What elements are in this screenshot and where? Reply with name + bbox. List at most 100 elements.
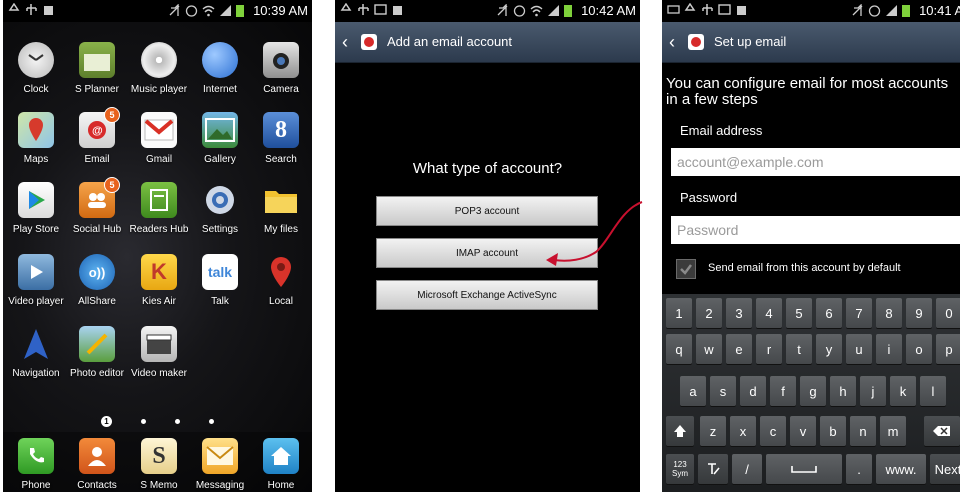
letter-key[interactable]: s	[710, 376, 736, 406]
app-navigation[interactable]: Navigation	[6, 326, 66, 379]
email-field[interactable]: account@example.com	[671, 148, 960, 176]
keyboard-row-numbers: 1234567890	[662, 298, 960, 332]
letter-key[interactable]: k	[890, 376, 916, 406]
period-key[interactable]: .	[846, 454, 872, 484]
number-key[interactable]: 8	[876, 298, 902, 328]
page-dot-active[interactable]: 1	[101, 416, 112, 427]
letter-key[interactable]: b	[820, 416, 846, 446]
number-key[interactable]: 3	[726, 298, 752, 328]
number-key[interactable]: 7	[846, 298, 872, 328]
recycle-icon	[684, 3, 697, 17]
number-key[interactable]: 5	[786, 298, 812, 328]
number-key[interactable]: 1	[666, 298, 692, 328]
app-search[interactable]: 8 Search	[251, 112, 311, 165]
backspace-key[interactable]	[924, 416, 960, 446]
app-music-player[interactable]: Music player	[129, 42, 189, 95]
app-video-maker[interactable]: Video maker	[129, 326, 189, 379]
www-key[interactable]: www.	[876, 454, 926, 484]
alarm-icon	[513, 4, 526, 18]
slash-key[interactable]: /	[732, 454, 762, 484]
letter-key[interactable]: i	[876, 334, 902, 364]
number-key[interactable]: 2	[696, 298, 722, 328]
dock-s-memo[interactable]: S S Memo	[129, 438, 189, 491]
default-account-label: Send email from this account by default	[708, 262, 901, 274]
app-photo-editor[interactable]: Photo editor	[67, 326, 127, 379]
letter-key[interactable]: o	[906, 334, 932, 364]
letter-key[interactable]: w	[696, 334, 722, 364]
letter-key[interactable]: l	[920, 376, 946, 406]
app-readers-hub[interactable]: Readers Hub	[129, 182, 189, 235]
play-store-icon	[18, 182, 54, 218]
app-video-player[interactable]: Video player	[6, 254, 66, 307]
page-dot[interactable]	[209, 419, 214, 424]
app-maps[interactable]: Maps	[6, 112, 66, 165]
page-dot[interactable]	[141, 419, 146, 424]
dock-phone[interactable]: Phone	[6, 438, 66, 491]
handwriting-key[interactable]	[698, 454, 728, 484]
next-key[interactable]: Next	[930, 454, 960, 484]
music-icon	[141, 42, 177, 78]
dock-messaging[interactable]: Messaging	[190, 438, 250, 491]
email-app-icon	[688, 34, 704, 50]
dock-contacts[interactable]: Contacts	[67, 438, 127, 491]
dock-home[interactable]: Home	[251, 438, 311, 491]
app-internet[interactable]: Internet	[190, 42, 250, 95]
app-local[interactable]: Local	[251, 254, 311, 307]
letter-key[interactable]: f	[770, 376, 796, 406]
letter-key[interactable]: v	[790, 416, 816, 446]
app-play-store[interactable]: Play Store	[6, 182, 66, 235]
app-kies-air[interactable]: K Kies Air	[129, 254, 189, 307]
letter-key[interactable]: q	[666, 334, 692, 364]
number-key[interactable]: 0	[936, 298, 960, 328]
app-clock[interactable]: Clock	[6, 42, 66, 95]
page-dot[interactable]	[175, 419, 180, 424]
password-field[interactable]: Password	[671, 216, 960, 244]
app-camera[interactable]: Camera	[251, 42, 311, 95]
symbols-key[interactable]: 123 Sym	[666, 454, 694, 484]
letter-key[interactable]: p	[936, 334, 960, 364]
letter-key[interactable]: a	[680, 376, 706, 406]
shift-key[interactable]	[666, 416, 694, 446]
number-key[interactable]: 4	[756, 298, 782, 328]
alarm-icon	[185, 4, 198, 18]
download-icon	[735, 3, 748, 17]
number-key[interactable]: 6	[816, 298, 842, 328]
letter-key[interactable]: x	[730, 416, 756, 446]
download-icon	[391, 3, 404, 17]
letter-key[interactable]: g	[800, 376, 826, 406]
number-key[interactable]: 9	[906, 298, 932, 328]
letter-key[interactable]: e	[726, 334, 752, 364]
exchange-activesync-button[interactable]: Microsoft Exchange ActiveSync	[376, 280, 598, 310]
app-gallery[interactable]: Gallery	[190, 112, 250, 165]
default-account-row[interactable]: Send email from this account by default	[662, 251, 960, 289]
back-chevron-icon[interactable]: ‹	[342, 32, 348, 52]
default-account-checkbox[interactable]	[676, 259, 696, 279]
app-settings[interactable]: Settings	[190, 182, 250, 235]
space-key[interactable]	[766, 454, 842, 484]
letter-key[interactable]: u	[846, 334, 872, 364]
letter-key[interactable]: d	[740, 376, 766, 406]
signal-icon	[885, 4, 898, 18]
app-talk[interactable]: talk Talk	[190, 254, 250, 307]
app-gmail[interactable]: Gmail	[129, 112, 189, 165]
letter-key[interactable]: n	[850, 416, 876, 446]
app-allshare[interactable]: o)) AllShare	[67, 254, 127, 307]
back-chevron-icon[interactable]: ‹	[669, 32, 675, 52]
camera-icon	[263, 42, 299, 78]
app-email[interactable]: @ 5 Email	[67, 107, 127, 165]
letter-key[interactable]: t	[786, 334, 812, 364]
letter-key[interactable]: z	[700, 416, 726, 446]
battery-icon	[564, 4, 577, 18]
letter-key[interactable]: h	[830, 376, 856, 406]
letter-key[interactable]: c	[760, 416, 786, 446]
status-bar: 10:42 AM	[335, 0, 640, 22]
email-address-label: Email address	[680, 123, 763, 138]
app-social-hub[interactable]: 5 Social Hub	[67, 177, 127, 235]
letter-key[interactable]: j	[860, 376, 886, 406]
app-my-files[interactable]: My files	[251, 182, 311, 235]
letter-key[interactable]: r	[756, 334, 782, 364]
letter-key[interactable]: y	[816, 334, 842, 364]
letter-key[interactable]: m	[880, 416, 906, 446]
globe-icon	[202, 42, 238, 78]
app-s-planner[interactable]: S Planner	[67, 42, 127, 95]
